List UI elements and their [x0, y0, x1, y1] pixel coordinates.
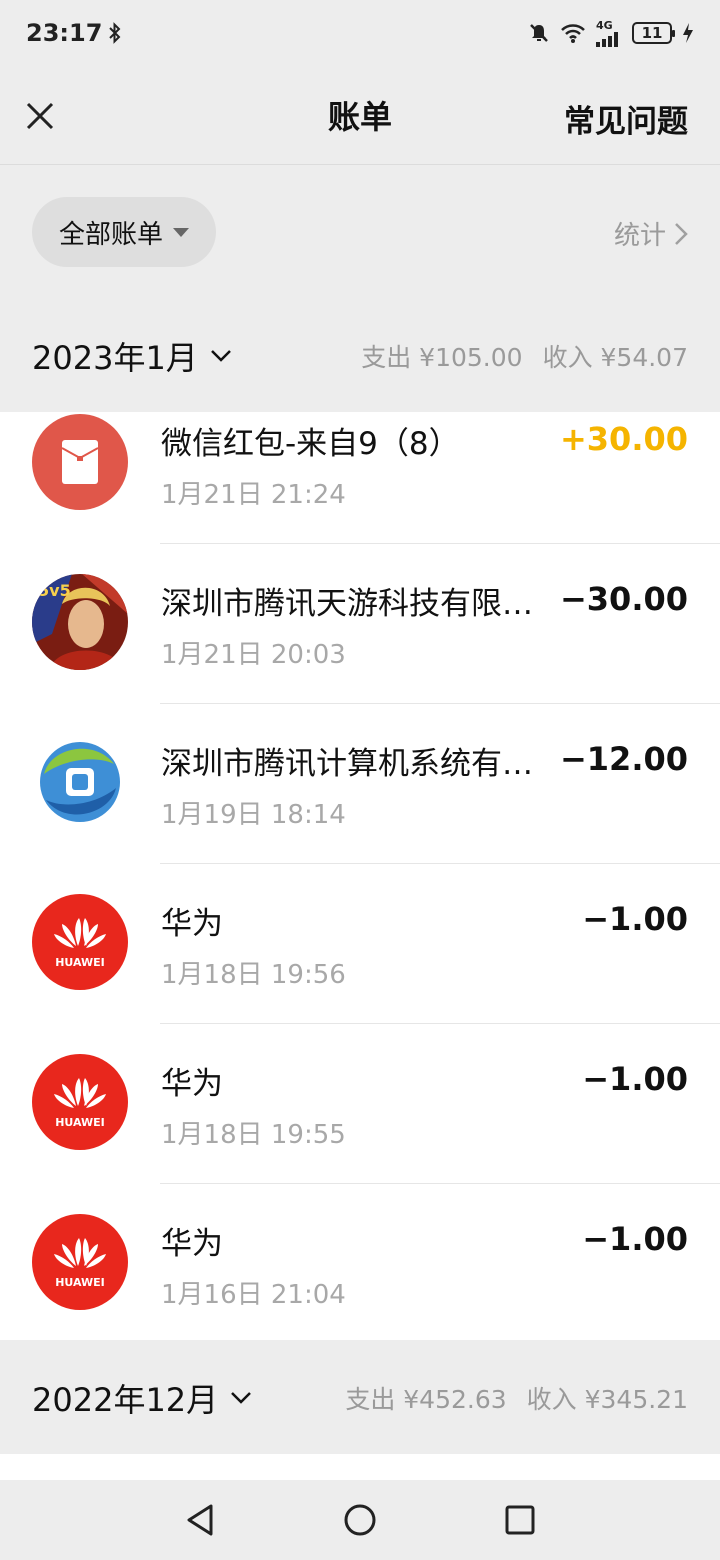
filter-row: 全部账单 统计 — [0, 165, 720, 300]
transaction-amount: −1.00 — [582, 1060, 688, 1098]
mute-icon — [530, 24, 548, 42]
system-nav-bar — [0, 1480, 720, 1560]
game-avatar-icon: 5v5 — [32, 574, 128, 670]
transaction-list: 微信红包-来自9（8） 1月21日 21:24 +30.00 5v5 深圳市腾讯… — [0, 412, 720, 1340]
transaction-row[interactable]: 深圳市腾讯计算机系统有限公司 1月19日 18:14 −12.00 — [0, 704, 720, 864]
stats-link[interactable]: 统计 — [614, 215, 688, 252]
month-summary: 支出 ¥105.00 收入 ¥54.07 — [361, 338, 688, 374]
close-icon[interactable] — [22, 98, 58, 134]
svg-text:5v5: 5v5 — [38, 581, 71, 600]
status-bar: 23:17 4G 11 — [0, 0, 720, 66]
month-label: 2022年12月 — [32, 1381, 219, 1419]
month-selector[interactable]: 2023年1月 — [32, 333, 232, 379]
back-triangle-icon[interactable] — [183, 1502, 217, 1538]
huawei-wordmark: HUAWEI — [55, 1116, 105, 1129]
faq-link[interactable]: 常见问题 — [564, 96, 688, 141]
transaction-title: 华为 — [161, 906, 223, 942]
transaction-time: 1月18日 19:56 — [161, 960, 346, 990]
month-income: 收入 ¥345.21 — [526, 1385, 688, 1414]
recents-square-icon[interactable] — [503, 1503, 537, 1537]
stats-label: 统计 — [613, 221, 666, 251]
huawei-wordmark: HUAWEI — [55, 956, 105, 969]
page-title: 账单 — [327, 98, 392, 136]
transaction-title: 华为 — [161, 1226, 223, 1262]
chevron-down-icon — [231, 1392, 252, 1404]
wifi-icon — [561, 24, 585, 43]
bill-filter-label: 全部账单 — [58, 219, 163, 250]
page-header: 账单 常见问题 — [0, 66, 720, 164]
transaction-amount: −1.00 — [582, 900, 688, 938]
transaction-amount: +30.00 — [559, 420, 688, 458]
transaction-time: 1月19日 18:14 — [161, 800, 346, 830]
transaction-time: 1月18日 19:55 — [161, 1120, 346, 1150]
battery-level: 11 — [641, 24, 663, 42]
status-time: 23:17 — [26, 19, 103, 47]
transaction-row[interactable]: HUAWEI 华为 1月18日 19:56 −1.00 — [0, 864, 720, 1024]
battery-icon: 11 — [632, 22, 675, 44]
transaction-row[interactable]: 微信红包-来自9（8） 1月21日 21:24 +30.00 — [0, 412, 720, 544]
month-label: 2023年1月 — [32, 339, 198, 377]
transaction-title: 深圳市腾讯天游科技有限公司 — [161, 586, 541, 622]
transaction-row[interactable]: HUAWEI 华为 1月18日 19:55 −1.00 — [0, 1024, 720, 1184]
month-expense: 支出 ¥105.00 — [361, 343, 523, 372]
transaction-amount: −1.00 — [582, 1220, 688, 1258]
network-type: 4G — [596, 18, 613, 32]
bill-filter-dropdown[interactable]: 全部账单 — [32, 197, 216, 267]
caret-down-icon — [173, 227, 189, 237]
transaction-amount: −30.00 — [559, 580, 688, 618]
transaction-list-partial — [0, 1454, 720, 1480]
month-selector[interactable]: 2022年12月 — [32, 1375, 252, 1421]
huawei-logo-icon: HUAWEI — [32, 1054, 128, 1150]
transaction-time: 1月16日 21:04 — [161, 1280, 346, 1310]
chevron-down-icon — [210, 350, 231, 362]
transaction-title: 华为 — [161, 1066, 223, 1102]
month-income: 收入 ¥54.07 — [542, 343, 688, 372]
month-summary: 支出 ¥452.63 收入 ¥345.21 — [345, 1380, 688, 1416]
month-header: 2022年12月 支出 ¥452.63 收入 ¥345.21 — [0, 1342, 720, 1454]
qq-browser-icon — [32, 734, 128, 830]
transaction-time: 1月21日 21:24 — [161, 480, 346, 510]
huawei-logo-icon: HUAWEI — [32, 894, 128, 990]
transaction-row[interactable]: HUAWEI 华为 1月16日 21:04 −1.00 — [0, 1184, 720, 1340]
transaction-time: 1月21日 20:03 — [161, 640, 346, 670]
bluetooth-icon — [109, 22, 121, 44]
chevron-right-icon — [675, 222, 688, 245]
month-header: 2023年1月 支出 ¥105.00 收入 ¥54.07 — [0, 300, 720, 412]
transaction-row[interactable]: 5v5 深圳市腾讯天游科技有限公司 1月21日 20:03 −30.00 — [0, 544, 720, 704]
month-expense: 支出 ¥452.63 — [345, 1385, 507, 1414]
home-circle-icon[interactable] — [342, 1502, 378, 1538]
transaction-title: 微信红包-来自9（8） — [161, 426, 460, 462]
signal-icon — [596, 31, 618, 47]
transaction-title: 深圳市腾讯计算机系统有限公司 — [161, 746, 541, 782]
transaction-amount: −12.00 — [559, 740, 688, 778]
huawei-wordmark: HUAWEI — [55, 1276, 105, 1289]
red-packet-icon — [32, 414, 128, 510]
huawei-logo-icon: HUAWEI — [32, 1214, 128, 1310]
charging-icon — [683, 23, 693, 43]
